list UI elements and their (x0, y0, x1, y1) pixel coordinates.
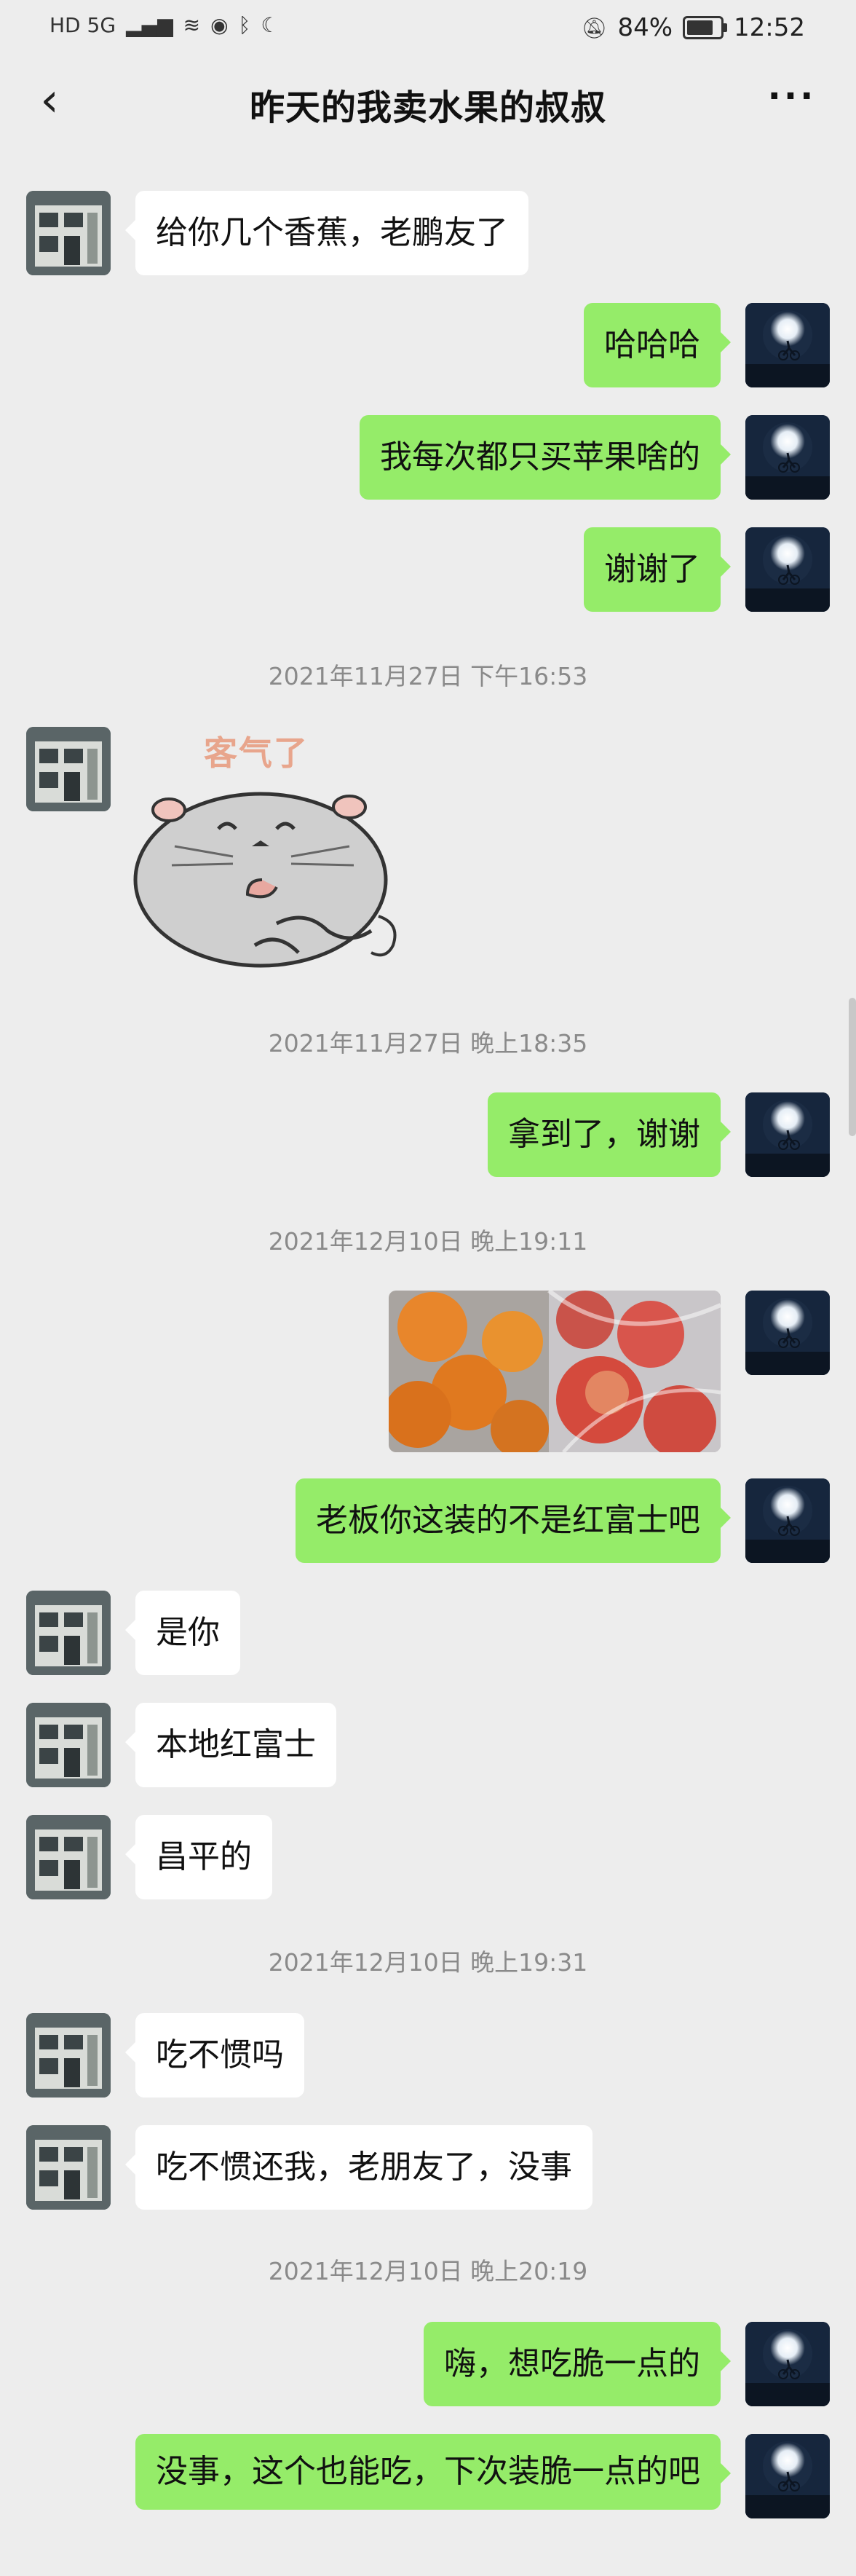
moon-icon: ☾ (261, 13, 280, 37)
eye-icon: ◉ (210, 13, 229, 37)
signal-icon: ▂▄▆ (126, 13, 173, 37)
battery-percent: 84% (617, 13, 673, 42)
my-avatar[interactable] (745, 2322, 830, 2406)
my-avatar[interactable] (745, 303, 830, 387)
chat-title: 昨天的我卖水果的叔叔 (249, 87, 606, 128)
network-badges: HD 5G (49, 13, 116, 37)
clock: 12:52 (734, 13, 805, 42)
my-avatar[interactable] (745, 1291, 830, 1375)
my-avatar[interactable] (745, 2434, 830, 2518)
status-left: HD 5G ▂▄▆ ≋ ◉ ᛒ ☾ (49, 13, 279, 37)
contact-avatar[interactable] (26, 727, 111, 811)
timestamp: 2021年12月10日 晚上20:19 (268, 2257, 588, 2285)
sticker-caption: 客气了 (204, 733, 309, 773)
contact-avatar[interactable] (26, 2013, 111, 2098)
image-message[interactable] (389, 1291, 721, 1452)
bluetooth-icon: ᛒ (238, 13, 251, 37)
outgoing-message[interactable]: 嗨，想吃脆一点的 (424, 2322, 731, 2406)
wifi-icon: ≋ (183, 13, 201, 37)
timestamp: 2021年12月10日 晚上19:11 (268, 1227, 588, 1256)
ellipsis-icon[interactable]: ··· (763, 76, 821, 119)
contact-avatar[interactable] (26, 1703, 111, 1787)
incoming-message[interactable]: 吃不惯还我，老朋友了，没事 (125, 2125, 593, 2210)
outgoing-message[interactable]: 我每次都只买苹果啥的 (360, 415, 731, 500)
contact-avatar[interactable] (26, 1591, 111, 1675)
my-avatar[interactable] (745, 1092, 830, 1177)
incoming-message[interactable]: 昌平的 (125, 1815, 272, 1899)
contact-avatar[interactable] (26, 2125, 111, 2210)
sticker-message[interactable]: 客气了 (131, 727, 408, 974)
fruit-photo (389, 1291, 721, 1452)
contact-avatar[interactable] (26, 1815, 111, 1899)
chat-header: ‹ 昨天的我卖水果的叔叔 ··· (0, 66, 856, 138)
incoming-message[interactable]: 是你 (125, 1591, 240, 1675)
mouse-sticker-icon (133, 792, 397, 968)
outgoing-message[interactable]: 拿到了，谢谢 (488, 1092, 731, 1177)
my-avatar[interactable] (745, 415, 830, 500)
status-right: 🔕︎ 84% 12:52 (582, 13, 805, 42)
timestamp: 2021年12月10日 晚上19:31 (268, 1948, 588, 1977)
mute-bell-icon: 🔕︎ (581, 15, 608, 40)
my-avatar[interactable] (745, 1478, 830, 1563)
outgoing-message[interactable]: 老板你这装的不是红富士吧 (296, 1478, 731, 1563)
outgoing-message[interactable]: 哈哈哈 (584, 303, 731, 387)
incoming-message[interactable]: 本地红富士 (125, 1703, 336, 1787)
my-avatar[interactable] (745, 527, 830, 612)
outgoing-message[interactable]: 谢谢了 (584, 527, 731, 612)
timestamp: 2021年11月27日 晚上18:35 (268, 1029, 588, 1057)
timestamp: 2021年11月27日 下午16:53 (268, 662, 588, 690)
incoming-message[interactable]: 给你几个香蕉，老鹏友了 (125, 191, 528, 275)
status-bar: HD 5G ▂▄▆ ≋ ◉ ᛒ ☾ 🔕︎ 84% 12:52 (0, 0, 856, 58)
incoming-message[interactable]: 吃不惯吗 (125, 2013, 304, 2098)
battery-icon (683, 16, 728, 39)
contact-avatar[interactable] (26, 191, 111, 275)
scrollbar-thumb[interactable] (849, 998, 856, 1136)
outgoing-message[interactable]: 没事，这个也能吃，下次装脆一点的吧 (135, 2434, 731, 2510)
